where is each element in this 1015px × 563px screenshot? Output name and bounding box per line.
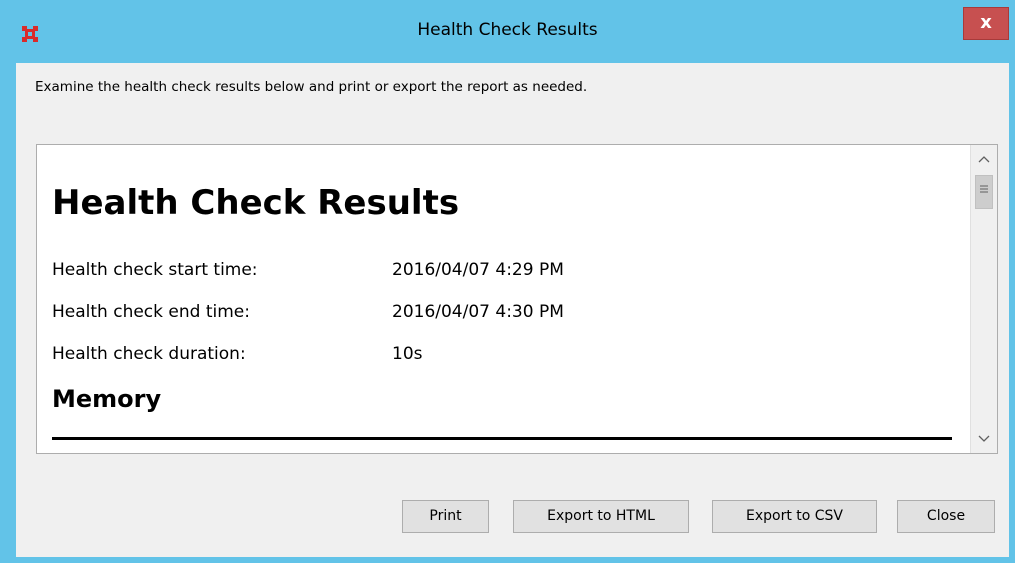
export-csv-button[interactable]: Export to CSV <box>712 500 877 533</box>
scroll-up-icon[interactable] <box>971 148 997 170</box>
section-divider <box>52 437 952 440</box>
report-view[interactable]: Health Check Results Health check start … <box>36 144 998 454</box>
memory-section-heading: Memory <box>52 385 162 413</box>
print-button[interactable]: Print <box>402 500 489 533</box>
report-content: Health Check Results Health check start … <box>37 145 967 453</box>
end-time-label: Health check end time: <box>52 302 250 322</box>
close-button[interactable]: Close <box>897 500 995 533</box>
start-time-label: Health check start time: <box>52 260 258 280</box>
end-time-value: 2016/04/07 4:30 PM <box>392 302 564 322</box>
end-time-row: Health check end time: 2016/04/07 4:30 PM <box>52 302 564 322</box>
export-html-button[interactable]: Export to HTML <box>513 500 689 533</box>
instructions-text: Examine the health check results below a… <box>35 79 588 95</box>
start-time-row: Health check start time: 2016/04/07 4:29 … <box>52 260 564 280</box>
dialog-body: Examine the health check results below a… <box>16 63 1009 557</box>
grip-icon <box>980 185 988 193</box>
vertical-scrollbar[interactable] <box>970 145 997 453</box>
scroll-thumb[interactable] <box>975 175 993 209</box>
scroll-down-icon[interactable] <box>971 428 997 450</box>
report-title: Health Check Results <box>52 183 460 223</box>
window-close-button[interactable]: x <box>963 7 1009 40</box>
title-bar[interactable]: Health Check Results x <box>0 0 1015 63</box>
duration-row: Health check duration: 10s <box>52 344 423 364</box>
window-title: Health Check Results <box>417 20 598 40</box>
dialog-window: Health Check Results x Examine the healt… <box>0 0 1015 563</box>
duration-value: 10s <box>392 344 423 364</box>
start-time-value: 2016/04/07 4:29 PM <box>392 260 564 280</box>
duration-label: Health check duration: <box>52 344 246 364</box>
